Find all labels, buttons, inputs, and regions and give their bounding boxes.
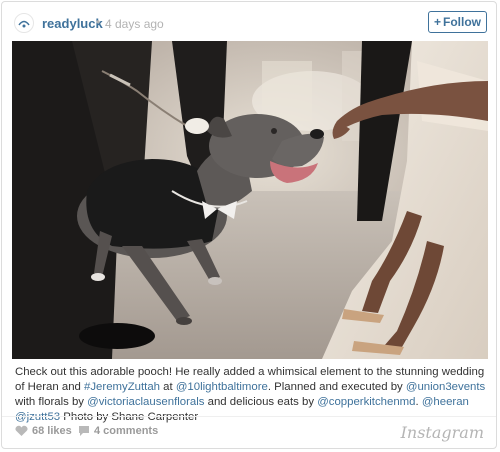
account-avatar[interactable]	[14, 13, 34, 33]
caption-mention-link[interactable]: @victoriaclausenflorals	[87, 396, 204, 408]
comments-count[interactable]: 4 comments	[78, 425, 158, 437]
separator-dot: •	[96, 15, 101, 29]
wedding-dog-photo	[12, 41, 488, 359]
comment-bubble-icon	[79, 426, 89, 436]
footer-divider	[2, 416, 496, 417]
instagram-embed-card: readyluck • 4 days ago + Follow Check ou…	[1, 1, 497, 449]
readyluck-logo-icon	[14, 13, 34, 33]
caption-text: . Planned and executed by	[267, 381, 406, 393]
post-timestamp[interactable]: 4 days ago	[105, 17, 164, 31]
caption-mention-link[interactable]: @10lightbaltimore	[176, 381, 268, 393]
caption-mention-link[interactable]: @copperkitchenmd	[317, 396, 415, 408]
comments-label: 4 comments	[94, 425, 159, 437]
follow-label: Follow	[443, 15, 481, 29]
account-username[interactable]: readyluck	[42, 16, 103, 31]
post-footer: 68 likes 4 comments Instagram	[2, 422, 496, 446]
heart-icon	[15, 425, 28, 436]
plus-icon: +	[433, 15, 441, 29]
instagram-logo[interactable]: Instagram	[401, 423, 484, 442]
caption-text: at	[160, 381, 176, 393]
follow-button[interactable]: + Follow	[428, 11, 487, 33]
caption-mention-link[interactable]: @union3events	[406, 381, 485, 393]
post-header: readyluck • 4 days ago + Follow	[2, 2, 496, 42]
caption-mention-link[interactable]: @heeran	[422, 396, 469, 408]
likes-count[interactable]: 68 likes	[15, 425, 72, 437]
caption-text: and delicious eats by	[204, 396, 318, 408]
post-photo[interactable]	[12, 41, 488, 359]
caption-text: with florals by	[15, 396, 88, 408]
likes-label: 68 likes	[32, 425, 72, 437]
caption-hashtag-link[interactable]: #JeremyZuttah	[84, 381, 160, 393]
